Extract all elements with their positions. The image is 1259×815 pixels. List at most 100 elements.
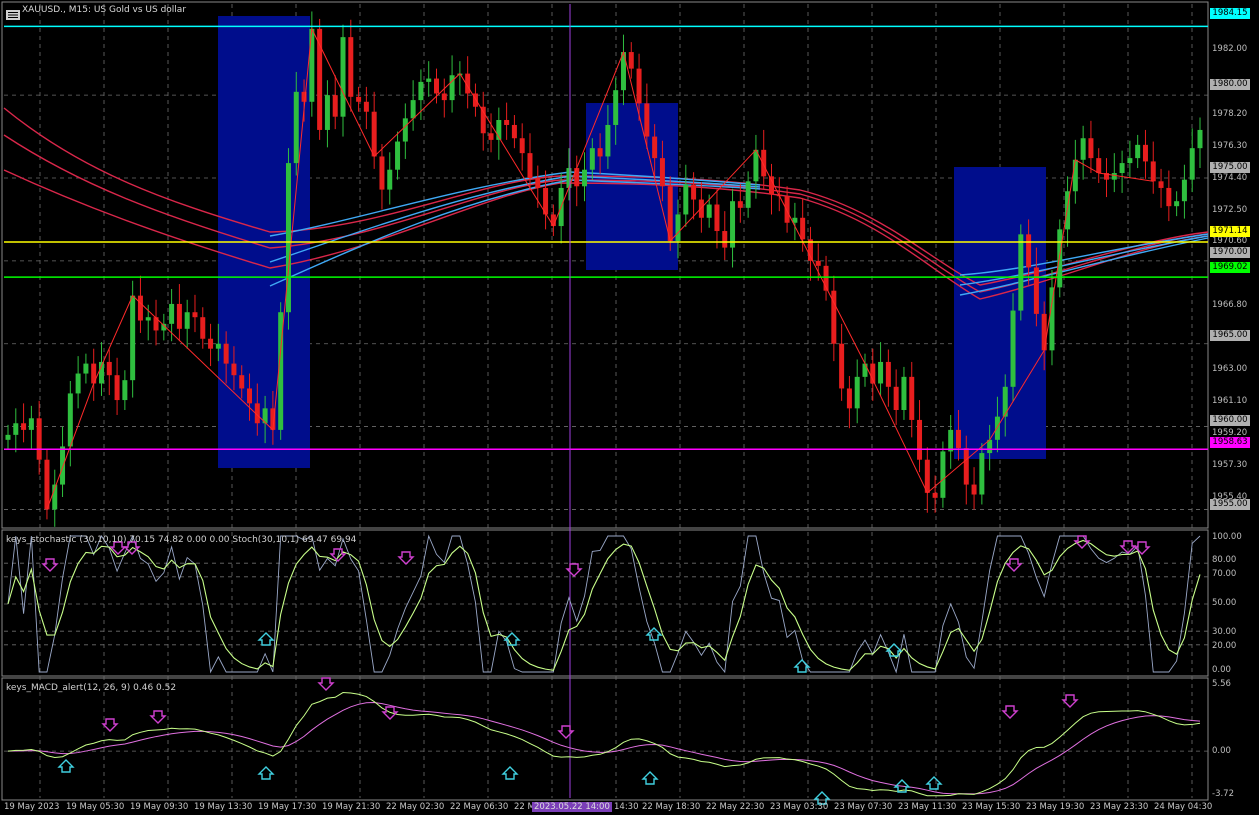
sell-signal-arrow-icon <box>41 558 59 572</box>
candle-body <box>309 28 315 102</box>
green-level-price-tag: 1969.02 <box>1210 262 1250 273</box>
price-axis-label: 1982.00 <box>1212 44 1248 54</box>
price-axis-label: 1963.00 <box>1212 364 1248 374</box>
time-axis-label: 19 May 13:30 <box>194 802 253 812</box>
candle-body <box>426 78 432 82</box>
candle-body <box>324 95 330 130</box>
candle-body <box>535 178 541 188</box>
candle-body <box>122 380 128 401</box>
grid-price-tag: 1965.00 <box>1210 330 1250 341</box>
candle-body <box>488 133 494 140</box>
candle-body <box>839 343 845 389</box>
candle-body <box>1181 179 1187 202</box>
candle-body <box>169 303 175 324</box>
macd-main-line <box>7 692 1201 797</box>
candle-body <box>433 78 439 94</box>
chart-title: XAUUSD., M15: US Gold vs US dollar <box>22 5 187 15</box>
time-axis-label: 23 May 23:30 <box>1090 802 1149 812</box>
time-axis-label: 22 May 18:30 <box>642 802 701 812</box>
candle-body <box>784 196 790 223</box>
candle-body <box>1026 234 1032 268</box>
time-axis-label: 19 May 2023 <box>4 802 60 812</box>
candle-body <box>1158 181 1164 188</box>
price-chart[interactable] <box>0 0 1259 815</box>
grid-price-tag: 1970.00 <box>1210 247 1250 258</box>
candle-body <box>917 419 923 460</box>
candle-body <box>247 388 253 404</box>
candle-body <box>1150 161 1156 182</box>
candle-body <box>1135 144 1141 159</box>
candle-body <box>1080 138 1086 160</box>
candle-body <box>387 169 393 190</box>
price-axis-label: 1957.30 <box>1212 460 1248 470</box>
time-axis-label: 19 May 21:30 <box>322 802 381 812</box>
sell-signal-arrow-icon <box>1061 694 1079 708</box>
candle-body <box>932 492 938 498</box>
chart-menu-icon[interactable] <box>6 5 20 20</box>
time-axis-label: 14:30 <box>614 802 639 812</box>
candle-body <box>948 429 954 452</box>
candle-body <box>1072 159 1078 192</box>
candle-body <box>706 204 712 218</box>
candle-body <box>239 375 245 389</box>
candle-body <box>13 423 19 435</box>
price-axis-label: 1976.30 <box>1212 141 1248 151</box>
buy-signal-arrow-icon <box>641 771 659 785</box>
candle-body <box>348 37 354 97</box>
candle-body <box>200 317 206 339</box>
candle-body <box>83 363 89 374</box>
sell-signal-arrow-icon <box>1133 541 1151 555</box>
candle-body <box>628 52 634 69</box>
candle-body <box>356 96 362 102</box>
price-axis-label: 1978.20 <box>1212 109 1248 119</box>
candle-body <box>753 149 759 182</box>
buy-signal-arrow-icon <box>645 627 663 641</box>
time-axis-label: 23 May 03:30 <box>770 802 829 812</box>
candle-body <box>597 148 603 157</box>
candle-body <box>1010 310 1016 387</box>
buy-signal-arrow-icon <box>501 766 519 780</box>
candle-body <box>379 156 385 190</box>
candle-body <box>659 158 665 187</box>
candle-body <box>846 388 852 409</box>
candle-body <box>1127 158 1133 164</box>
candle-body <box>1033 267 1039 314</box>
macd-axis-label: -3.72 <box>1212 789 1234 799</box>
candle-body <box>5 434 11 440</box>
candle-body <box>36 418 42 460</box>
candle-body <box>878 361 884 384</box>
time-axis-label: 23 May 11:30 <box>898 802 957 812</box>
buy-signal-arrow-icon <box>57 759 75 773</box>
candle-body <box>231 363 237 376</box>
candle-body <box>130 295 136 381</box>
candle-body <box>1197 129 1203 149</box>
candle-body <box>589 148 595 170</box>
candle-body <box>566 168 572 188</box>
supply-demand-zone <box>586 103 678 270</box>
stoch-axis-label: 30.00 <box>1212 627 1237 637</box>
sell-signal-arrow-icon <box>397 551 415 565</box>
stoch-axis-label: 20.00 <box>1212 641 1237 651</box>
candle-body <box>1018 234 1024 311</box>
stochastic-title: keys_stochastic (30,10,10) 70.15 74.82 0… <box>6 535 357 545</box>
price-axis-label: 1970.60 <box>1212 236 1248 246</box>
time-axis-label: 19 May 09:30 <box>130 802 189 812</box>
candle-body <box>114 375 120 401</box>
candle-body <box>293 91 299 164</box>
candle-body <box>550 214 556 227</box>
sell-signal-arrow-icon <box>1005 558 1023 572</box>
candle-body <box>441 93 447 101</box>
sell-signal-arrow-icon <box>1001 705 1019 719</box>
supply-demand-zone <box>954 167 1046 459</box>
resistance-price-tag: 1984.15 <box>1210 8 1250 19</box>
time-axis-label: 19 May 17:30 <box>258 802 317 812</box>
candle-body <box>893 386 899 410</box>
time-axis-label: 23 May 07:30 <box>834 802 893 812</box>
time-axis-label: 23 May 15:30 <box>962 802 1021 812</box>
candle-body <box>21 423 27 430</box>
candle-body <box>722 231 728 248</box>
sell-signal-arrow-icon <box>565 563 583 577</box>
candle-body <box>504 120 510 125</box>
candle-body <box>402 118 408 142</box>
sell-signal-arrow-icon <box>101 718 119 732</box>
